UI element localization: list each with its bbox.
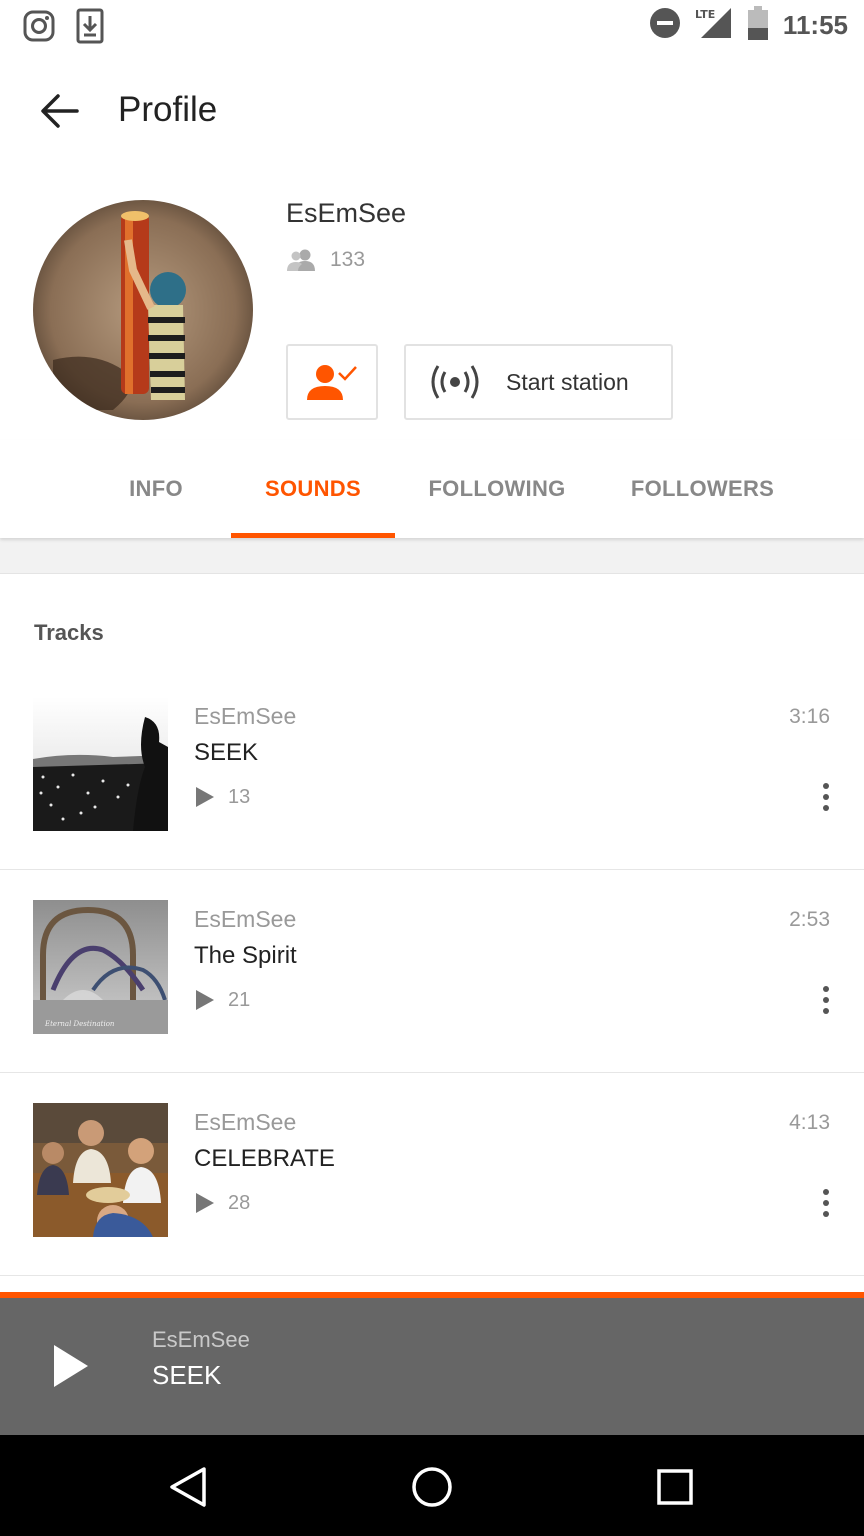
status-left-icons bbox=[22, 8, 104, 49]
track-artwork bbox=[33, 697, 168, 831]
track-plays: 13 bbox=[194, 785, 250, 809]
section-divider bbox=[0, 538, 864, 574]
mini-player-play-button[interactable] bbox=[40, 1336, 100, 1396]
network-label: LTE bbox=[695, 8, 715, 21]
mini-player[interactable]: EsEmSee SEEK bbox=[0, 1292, 864, 1435]
nav-home-button[interactable] bbox=[400, 1455, 464, 1519]
mini-player-title: SEEK bbox=[152, 1360, 222, 1390]
follow-toggle-button[interactable] bbox=[286, 344, 378, 420]
nav-recents-button[interactable] bbox=[643, 1455, 707, 1519]
radio-broadcast-icon bbox=[431, 365, 479, 399]
track-row[interactable]: EsEmSee SEEK 13 3:16 bbox=[0, 667, 864, 870]
instagram-icon bbox=[22, 9, 56, 48]
tab-followers[interactable]: FOLLOWERS bbox=[605, 440, 800, 538]
play-count: 13 bbox=[228, 785, 251, 808]
play-count: 28 bbox=[228, 1191, 251, 1214]
status-bar: LTE 11:55 bbox=[0, 0, 864, 52]
track-title[interactable]: The Spirit bbox=[194, 942, 297, 970]
track-user[interactable]: EsEmSee bbox=[194, 703, 296, 730]
player-progress-bar[interactable] bbox=[0, 1292, 864, 1298]
play-count-icon bbox=[196, 787, 214, 807]
start-station-button[interactable]: Start station bbox=[404, 344, 673, 420]
tab-following[interactable]: FOLLOWING bbox=[405, 440, 589, 538]
status-time: 11:55 bbox=[782, 10, 848, 40]
track-row[interactable]: EsEmSee CELEBRATE 28 4:13 bbox=[0, 1073, 864, 1276]
more-vertical-icon bbox=[823, 986, 829, 992]
followers-count: 133 bbox=[330, 248, 366, 271]
track-duration: 2:53 bbox=[789, 908, 830, 931]
track-artwork: Eternal Destination bbox=[33, 900, 168, 1034]
track-artwork bbox=[33, 1103, 168, 1237]
track-user[interactable]: EsEmSee bbox=[194, 906, 296, 933]
active-tab-indicator bbox=[231, 533, 395, 538]
track-user[interactable]: EsEmSee bbox=[194, 1109, 296, 1136]
track-overflow-menu-button[interactable] bbox=[814, 1183, 838, 1223]
more-vertical-icon bbox=[823, 1189, 829, 1195]
track-overflow-menu-button[interactable] bbox=[814, 980, 838, 1020]
system-nav-bar bbox=[0, 1435, 864, 1536]
back-button[interactable] bbox=[30, 82, 88, 140]
signal-icon: LTE bbox=[695, 6, 733, 45]
svg-text:Eternal Destination: Eternal Destination bbox=[44, 1020, 115, 1028]
play-icon bbox=[54, 1345, 88, 1387]
tab-info[interactable]: INFO bbox=[90, 440, 222, 538]
play-count-icon bbox=[196, 990, 214, 1010]
status-right-icons: LTE 11:55 bbox=[649, 6, 848, 45]
more-vertical-icon bbox=[823, 783, 829, 789]
followers-icon bbox=[287, 249, 315, 271]
do-not-disturb-icon bbox=[649, 7, 681, 44]
page-title: Profile bbox=[118, 90, 218, 129]
track-title[interactable]: SEEK bbox=[194, 739, 258, 767]
mini-player-user: EsEmSee bbox=[152, 1327, 250, 1352]
profile-name: EsEmSee bbox=[286, 198, 407, 228]
track-plays: 28 bbox=[194, 1191, 250, 1215]
play-count-icon bbox=[196, 1193, 214, 1213]
track-plays: 21 bbox=[194, 988, 250, 1012]
toolbar: Profile bbox=[0, 52, 864, 170]
tracks-section-title: Tracks bbox=[34, 620, 104, 645]
home-circle-icon bbox=[412, 1467, 452, 1507]
avatar[interactable] bbox=[33, 200, 253, 420]
track-title[interactable]: CELEBRATE bbox=[194, 1145, 335, 1173]
track-row[interactable]: Eternal Destination EsEmSee The Spirit 2… bbox=[0, 870, 864, 1073]
recents-square-icon bbox=[657, 1469, 693, 1505]
battery-icon bbox=[747, 6, 769, 45]
arrow-left-icon bbox=[41, 94, 79, 128]
start-station-label: Start station bbox=[506, 368, 629, 395]
play-count: 21 bbox=[228, 988, 251, 1011]
followers-count-group[interactable]: 133 bbox=[286, 248, 365, 272]
back-triangle-icon bbox=[170, 1467, 206, 1507]
tab-sounds[interactable]: SOUNDS bbox=[231, 440, 395, 538]
nav-back-button[interactable] bbox=[156, 1455, 220, 1519]
download-icon bbox=[76, 8, 104, 49]
track-duration: 3:16 bbox=[789, 705, 830, 728]
profile-tabs: INFO SOUNDS FOLLOWING FOLLOWERS bbox=[0, 440, 864, 538]
track-overflow-menu-button[interactable] bbox=[814, 777, 838, 817]
track-duration: 4:13 bbox=[789, 1111, 830, 1134]
user-check-icon bbox=[307, 365, 357, 400]
